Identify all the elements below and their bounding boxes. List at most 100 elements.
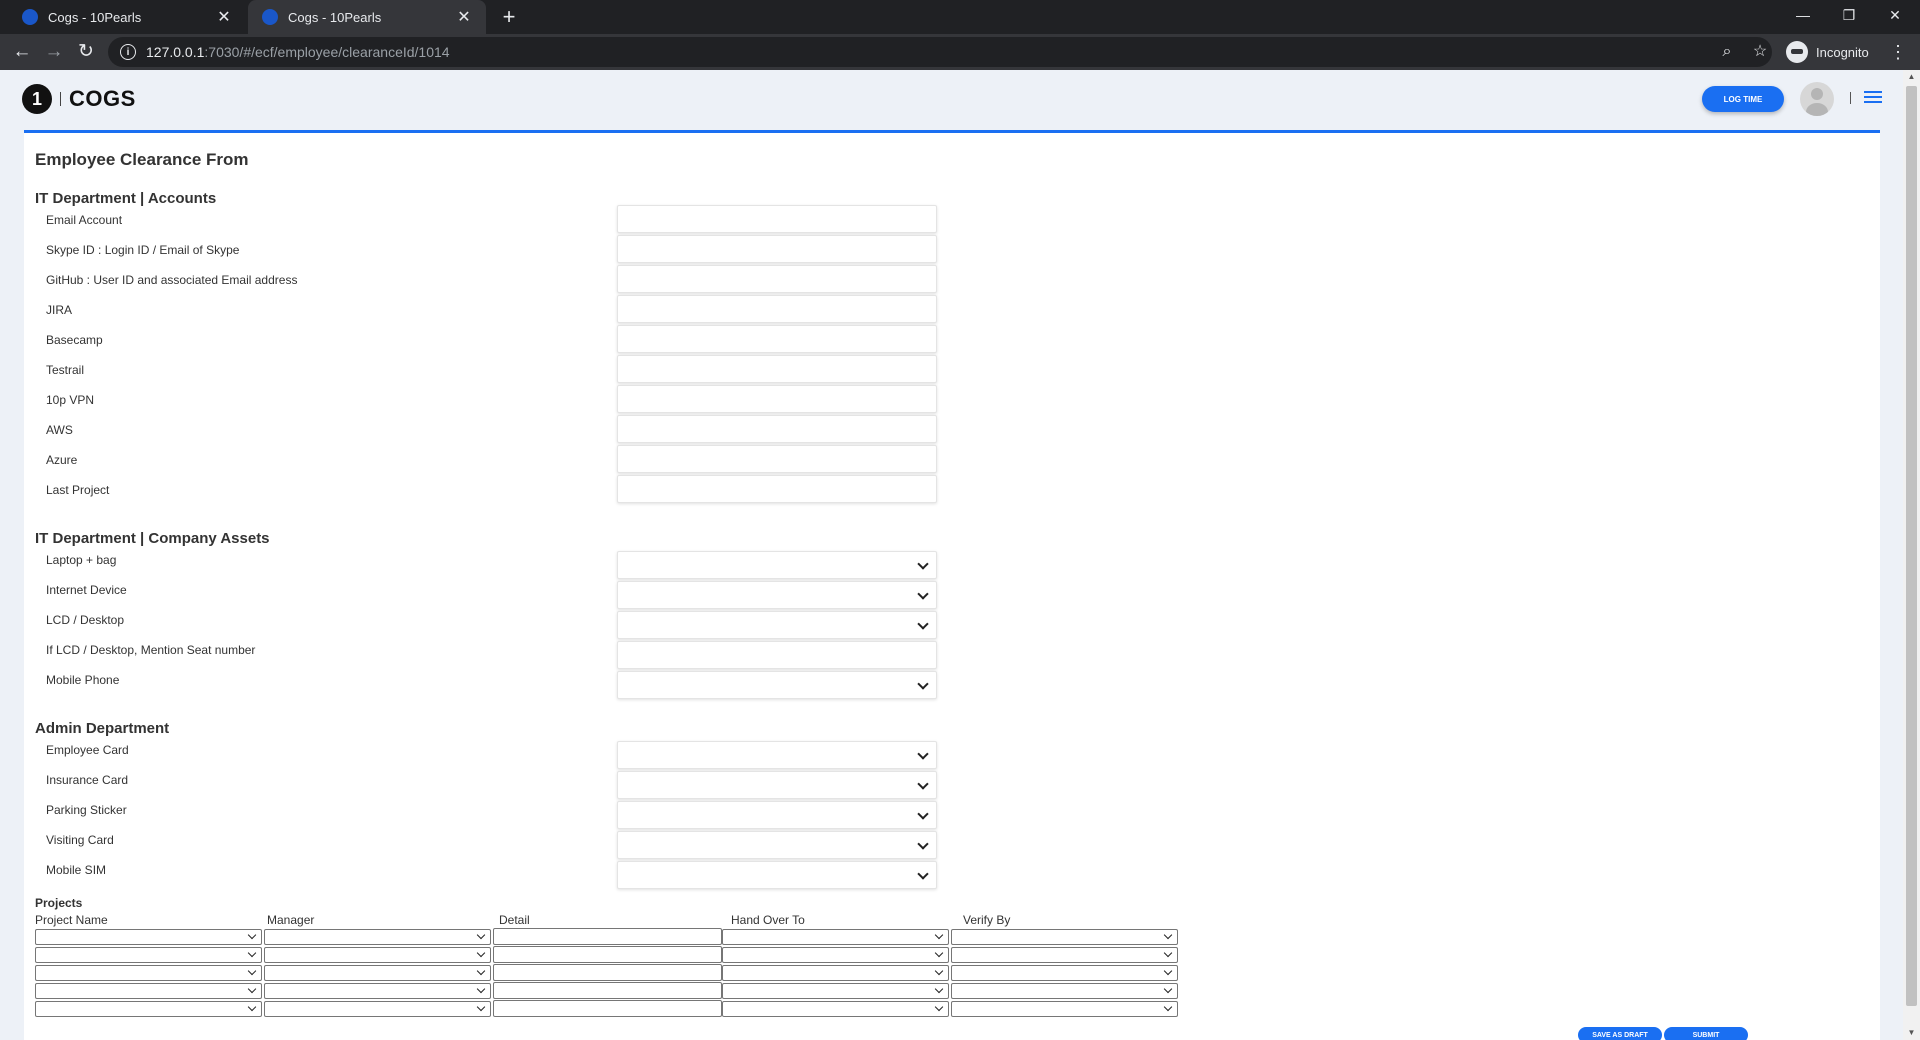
browser-tab-active[interactable]: Cogs - 10Pearls ✕ bbox=[248, 0, 486, 34]
user-avatar[interactable] bbox=[1800, 82, 1834, 116]
col-manager: Manager bbox=[267, 913, 315, 927]
project-name-select[interactable] bbox=[35, 947, 262, 963]
log-time-button[interactable]: LOG TIME bbox=[1702, 86, 1784, 112]
hand-over-to-select[interactable] bbox=[722, 929, 949, 945]
detail-input[interactable] bbox=[493, 964, 722, 981]
label-basecamp: Basecamp bbox=[46, 333, 103, 347]
label-last-project: Last Project bbox=[46, 483, 110, 497]
internet-device-select[interactable] bbox=[617, 581, 937, 609]
label-jira: JIRA bbox=[46, 303, 73, 317]
projects-title: Projects bbox=[35, 896, 83, 910]
section-title-it-assets: IT Department | Company Assets bbox=[35, 530, 270, 547]
app-viewport: 1 COGS LOG TIME Employee Clearance From … bbox=[0, 70, 1920, 1040]
label-github: GitHub : User ID and associated Email ad… bbox=[46, 273, 298, 287]
detail-input[interactable] bbox=[493, 982, 722, 999]
aws-field[interactable] bbox=[617, 415, 937, 443]
favicon-icon bbox=[22, 9, 38, 25]
project-name-select[interactable] bbox=[35, 929, 262, 945]
project-name-select[interactable] bbox=[35, 983, 262, 999]
hand-over-to-select[interactable] bbox=[722, 965, 949, 981]
visiting-card-select[interactable] bbox=[617, 831, 937, 859]
close-tab-icon[interactable]: ✕ bbox=[216, 7, 232, 27]
vpn-field[interactable] bbox=[617, 385, 937, 413]
submit-button[interactable]: SUBMIT bbox=[1664, 1027, 1748, 1040]
label-azure: Azure bbox=[46, 453, 78, 467]
url-path: :7030/#/ecf/employee/clearanceId/1014 bbox=[204, 44, 450, 60]
label-lcd-desktop: LCD / Desktop bbox=[46, 613, 125, 627]
verify-by-select[interactable] bbox=[951, 1001, 1178, 1017]
bookmark-star-icon[interactable]: ☆ bbox=[1746, 38, 1774, 66]
github-field[interactable] bbox=[617, 265, 937, 293]
close-window-icon[interactable]: ✕ bbox=[1872, 0, 1918, 30]
incognito-label: Incognito bbox=[1816, 44, 1869, 60]
save-as-draft-button[interactable]: SAVE AS DRAFT bbox=[1578, 1027, 1662, 1040]
app-header: 1 COGS LOG TIME bbox=[0, 70, 1903, 132]
project-name-select[interactable] bbox=[35, 1001, 262, 1017]
label-testrail: Testrail bbox=[46, 363, 85, 377]
hand-over-to-select[interactable] bbox=[722, 983, 949, 999]
col-detail: Detail bbox=[499, 913, 530, 927]
testrail-field[interactable] bbox=[617, 355, 937, 383]
hand-over-to-select[interactable] bbox=[722, 947, 949, 963]
manager-select[interactable] bbox=[264, 983, 491, 999]
label-aws: AWS bbox=[46, 423, 73, 437]
email-account-field[interactable] bbox=[617, 205, 937, 233]
browser-tab-bar: Cogs - 10Pearls ✕ Cogs - 10Pearls ✕ + — … bbox=[0, 0, 1920, 34]
mobile-sim-select[interactable] bbox=[617, 861, 937, 889]
hand-over-to-select[interactable] bbox=[722, 1001, 949, 1017]
project-name-select[interactable] bbox=[35, 965, 262, 981]
lcd-desktop-select[interactable] bbox=[617, 611, 937, 639]
label-laptop: Laptop + bag bbox=[46, 553, 117, 567]
manager-select[interactable] bbox=[264, 965, 491, 981]
address-bar[interactable]: i 127.0.0.1:7030/#/ecf/employee/clearanc… bbox=[108, 37, 1772, 67]
last-project-field[interactable] bbox=[617, 475, 937, 503]
jira-field[interactable] bbox=[617, 295, 937, 323]
incognito-icon bbox=[1786, 41, 1808, 63]
forward-icon[interactable]: → bbox=[40, 38, 68, 66]
verify-by-select[interactable] bbox=[951, 947, 1178, 963]
verify-by-select[interactable] bbox=[951, 965, 1178, 981]
cogs-logo[interactable]: 1 COGS bbox=[22, 84, 136, 114]
col-hand-over-to: Hand Over To bbox=[731, 913, 805, 927]
header-divider bbox=[1850, 92, 1851, 104]
hamburger-menu-icon[interactable] bbox=[1864, 91, 1882, 105]
laptop-select[interactable] bbox=[617, 551, 937, 579]
scroll-down-arrow-icon[interactable]: ▼ bbox=[1903, 1026, 1920, 1040]
page-scrollbar[interactable]: ▲ ▼ bbox=[1903, 70, 1920, 1040]
browser-tab[interactable]: Cogs - 10Pearls ✕ bbox=[8, 0, 246, 34]
skype-id-field[interactable] bbox=[617, 235, 937, 263]
restore-icon[interactable]: ❐ bbox=[1826, 0, 1872, 30]
site-info-icon[interactable]: i bbox=[120, 44, 136, 60]
manager-select[interactable] bbox=[264, 929, 491, 945]
minimize-icon[interactable]: — bbox=[1780, 0, 1826, 30]
logo-divider bbox=[60, 92, 61, 106]
detail-input[interactable] bbox=[493, 1000, 722, 1017]
detail-input[interactable] bbox=[493, 928, 722, 945]
close-tab-icon[interactable]: ✕ bbox=[456, 7, 472, 27]
label-insurance-card: Insurance Card bbox=[46, 773, 129, 787]
manager-select[interactable] bbox=[264, 947, 491, 963]
scroll-up-arrow-icon[interactable]: ▲ bbox=[1903, 70, 1920, 84]
parking-sticker-select[interactable] bbox=[617, 801, 937, 829]
logo-mark: 1 bbox=[22, 84, 52, 114]
section-title-it-accounts: IT Department | Accounts bbox=[35, 190, 217, 207]
azure-field[interactable] bbox=[617, 445, 937, 473]
browser-menu-icon[interactable]: ⋮ bbox=[1886, 38, 1910, 66]
verify-by-select[interactable] bbox=[951, 929, 1178, 945]
basecamp-field[interactable] bbox=[617, 325, 937, 353]
incognito-indicator[interactable]: Incognito bbox=[1786, 39, 1869, 65]
reload-icon[interactable]: ↻ bbox=[72, 38, 100, 66]
new-tab-button[interactable]: + bbox=[496, 4, 522, 30]
logo-word: COGS bbox=[69, 86, 136, 111]
zoom-icon[interactable]: ⌕ bbox=[1713, 38, 1741, 66]
mobile-phone-select[interactable] bbox=[617, 671, 937, 699]
insurance-card-select[interactable] bbox=[617, 771, 937, 799]
scrollbar-thumb[interactable] bbox=[1906, 86, 1917, 1006]
detail-input[interactable] bbox=[493, 946, 722, 963]
seat-number-field[interactable] bbox=[617, 641, 937, 669]
verify-by-select[interactable] bbox=[951, 983, 1178, 999]
browser-toolbar: ← → ↻ i 127.0.0.1:7030/#/ecf/employee/cl… bbox=[0, 34, 1920, 70]
back-icon[interactable]: ← bbox=[8, 38, 36, 66]
manager-select[interactable] bbox=[264, 1001, 491, 1017]
employee-card-select[interactable] bbox=[617, 741, 937, 769]
